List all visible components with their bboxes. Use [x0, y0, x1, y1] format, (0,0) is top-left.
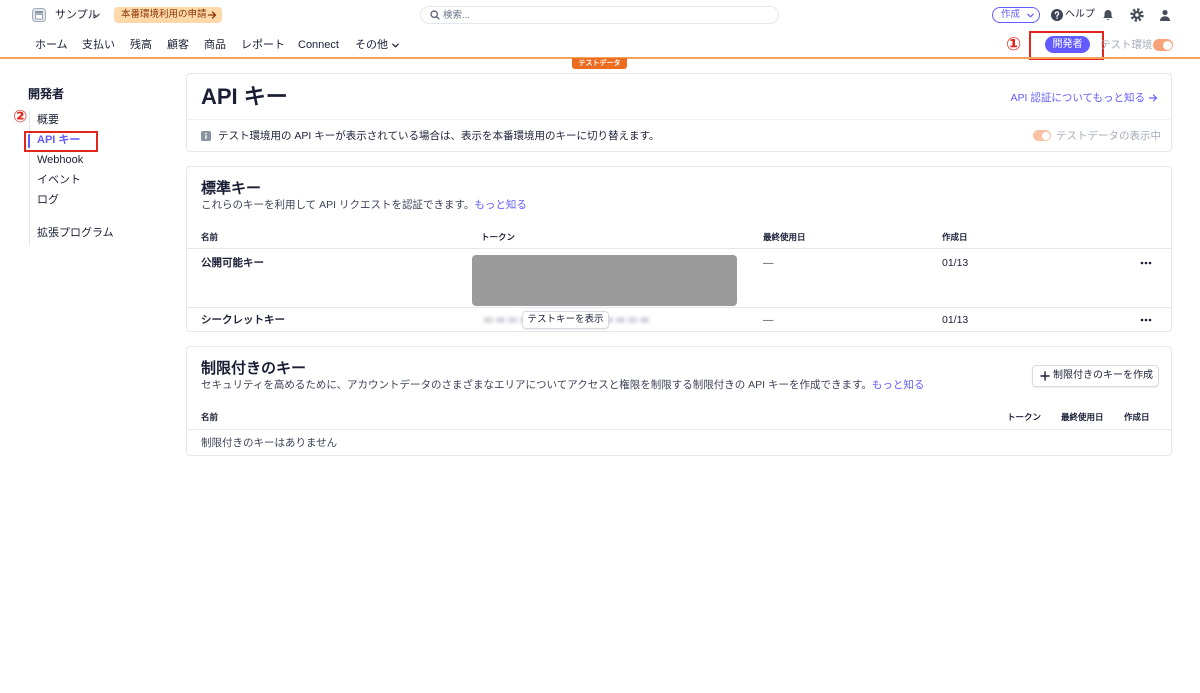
secret-key-created: 01/13 [942, 314, 969, 326]
create-button[interactable]: 作成 [992, 7, 1040, 23]
publishable-key-token-redacted [472, 255, 737, 306]
top-bar: サンプル 本番環境利用の申請 作成 ヘルプ [0, 0, 1200, 30]
sidebar-item-overview[interactable]: 概要 [37, 113, 59, 127]
restricted-keys-empty-state: 制限付きのキーはありません [201, 437, 338, 449]
help-label: ヘルプ [1065, 9, 1095, 20]
column-header-created: 作成日 [942, 232, 968, 242]
activation-request-label: 本番環境利用の申請 [121, 9, 207, 20]
column-header-last-used: 最終使用日 [1061, 412, 1104, 422]
sidebar-item-webhooks[interactable]: Webhook [37, 153, 83, 167]
sidebar-item-logs[interactable]: ログ [37, 193, 59, 207]
gear-icon[interactable] [1130, 8, 1144, 22]
restricted-keys-description-text: セキュリティを高めるために、アカウントデータのさまざまなエリアについてアクセスと… [201, 379, 872, 391]
column-header-token: トークン [1007, 412, 1042, 422]
restricted-keys-card: 制限付きのキー セキュリティを高めるために、アカウントデータのさまざまなエリアに… [186, 346, 1172, 456]
table-divider [187, 429, 1171, 430]
restricted-keys-title: 制限付きのキー [201, 360, 307, 377]
create-button-label: 作成 [1001, 9, 1021, 20]
sidebar-item-events[interactable]: イベント [37, 173, 81, 187]
column-header-created: 作成日 [1124, 412, 1150, 422]
restricted-keys-description: セキュリティを高めるために、アカウントデータのさまざまなエリアについてアクセスと… [201, 378, 924, 392]
sidebar: 開発者 ② 概要 API キー Webhook イベント ログ 拡張プログラム [10, 80, 170, 250]
chevron-down-icon [1026, 11, 1035, 20]
test-env-toggle[interactable] [1153, 39, 1173, 51]
test-env-label: テスト環境 [1100, 39, 1153, 51]
nav-item-payments[interactable]: 支払い [82, 38, 115, 52]
arrow-right-icon [207, 10, 217, 20]
main-nav: ホーム 支払い 残高 顧客 商品 レポート Connect その他 ① 開発者 … [0, 30, 1200, 60]
nav-item-more-label: その他 [355, 39, 388, 51]
key-name-secret: シークレットキー [201, 314, 285, 326]
annotation-box-developer [1029, 31, 1104, 60]
nav-item-connect[interactable]: Connect [298, 38, 339, 52]
account-switcher[interactable]: サンプル [30, 6, 104, 24]
search-input[interactable] [443, 7, 773, 23]
sidebar-item-extensions[interactable]: 拡張プログラム [37, 226, 114, 240]
create-restricted-key-button[interactable]: 制限付きのキーを作成 [1032, 365, 1159, 387]
column-header-name: 名前 [201, 232, 219, 242]
store-icon [32, 8, 46, 22]
annotation-marker-2: ② [13, 107, 28, 126]
user-icon[interactable] [1159, 9, 1171, 21]
page-header-card: API キー API 認証についてもっと知る テスト環境用の API キーが表示… [186, 73, 1172, 152]
annotation-marker-1: ① [1006, 34, 1022, 54]
nav-item-reports[interactable]: レポート [241, 38, 285, 52]
toggle-knob [1162, 40, 1172, 50]
standard-keys-card: 標準キー これらのキーを利用して API リクエストを認証できます。もっと知る … [186, 166, 1172, 332]
chevron-down-icon [391, 41, 400, 50]
bell-icon[interactable] [1102, 9, 1114, 21]
page-title: API キー [201, 84, 288, 109]
search-icon [430, 10, 440, 20]
column-header-last-used: 最終使用日 [763, 232, 806, 242]
toggle-knob [1041, 131, 1050, 140]
standard-keys-title: 標準キー [201, 180, 262, 197]
header-divider [187, 119, 1171, 120]
publishable-key-created: 01/13 [942, 257, 969, 269]
nav-item-balances[interactable]: 残高 [130, 38, 152, 52]
sidebar-title: 開発者 [28, 87, 65, 101]
column-header-name: 名前 [201, 412, 219, 422]
column-header-token: トークン [481, 232, 516, 242]
standard-keys-learn-more-link[interactable]: もっと知る [474, 199, 527, 211]
plus-icon [1040, 371, 1050, 381]
secret-key-last-used: — [763, 314, 774, 326]
annotation-box-api-keys [24, 131, 98, 152]
help-button[interactable]: ヘルプ [1051, 8, 1095, 22]
test-data-tab-label: テストデータ [578, 60, 621, 67]
api-auth-docs-link[interactable]: API 認証についてもっと知る [1010, 91, 1158, 105]
search-box[interactable] [420, 6, 779, 24]
api-auth-docs-link-label: API 認証についてもっと知る [1010, 92, 1145, 104]
nav-item-customers[interactable]: 顧客 [167, 38, 189, 52]
test-data-tab: テストデータ [572, 58, 627, 69]
publishable-key-last-used: — [763, 257, 774, 269]
nav-item-more[interactable]: その他 [355, 38, 403, 52]
standard-keys-description: これらのキーを利用して API リクエストを認証できます。もっと知る [201, 198, 527, 212]
reveal-test-key-label: テストキーを表示 [527, 314, 604, 325]
restricted-keys-learn-more-link[interactable]: もっと知る [872, 379, 925, 391]
activation-request-button[interactable]: 本番環境利用の申請 [114, 7, 222, 23]
create-restricted-key-label: 制限付きのキーを作成 [1053, 370, 1153, 381]
reveal-test-key-button[interactable]: テストキーを表示 [522, 311, 609, 329]
table-row: 公開可能キー — 01/13 [187, 249, 1171, 307]
more-horizontal-icon[interactable] [1140, 318, 1152, 322]
viewing-test-data-toggle[interactable] [1033, 130, 1051, 141]
nav-item-home[interactable]: ホーム [35, 38, 68, 52]
test-keys-notice: テスト環境用の API キーが表示されている場合は、表示を本番環境用のキーに切り… [218, 130, 660, 142]
chevron-down-icon [92, 11, 101, 20]
info-icon [201, 131, 211, 141]
table-row: シークレットキー テストキーを表示 — 01/13 [187, 308, 1171, 332]
help-icon [1051, 9, 1063, 21]
arrow-right-icon [1148, 93, 1158, 103]
viewing-test-data-label: テストデータの表示中 [1056, 130, 1161, 142]
more-horizontal-icon[interactable] [1140, 261, 1152, 265]
nav-item-products[interactable]: 商品 [204, 38, 226, 52]
key-name-publishable: 公開可能キー [201, 257, 264, 269]
standard-keys-description-text: これらのキーを利用して API リクエストを認証できます。 [201, 199, 475, 211]
